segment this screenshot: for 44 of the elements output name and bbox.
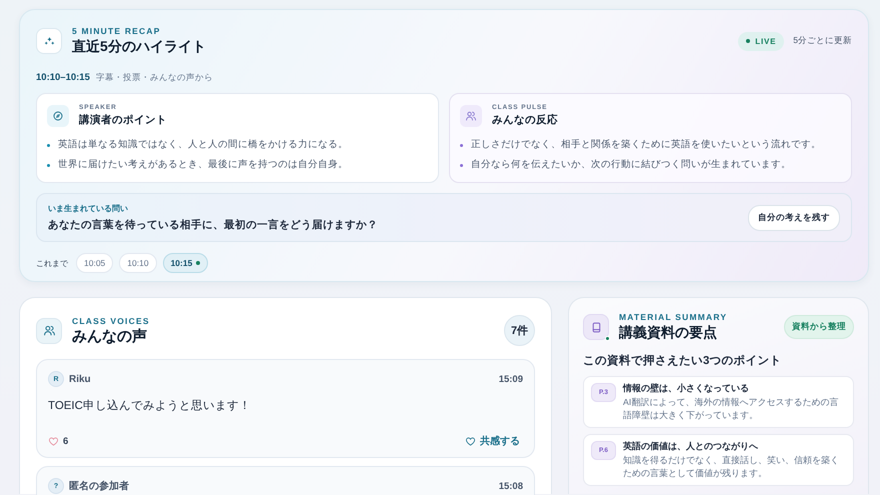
section-eyebrow: CLASS VOICES: [72, 316, 150, 326]
section-title: みんなの声: [72, 326, 148, 346]
empathize-button[interactable]: 共感する: [462, 432, 523, 450]
time-chip[interactable]: 10:15: [162, 253, 208, 273]
compass-icon: [52, 110, 64, 122]
point-title: 英語の価値は、人とのつながりへ: [623, 440, 759, 453]
section-eyebrow: 5 MINUTE RECAP: [72, 26, 162, 36]
bullet-text: 英語は単なる知識ではなく、人と人の間に橋をかける力になる。: [58, 138, 348, 152]
sparkle-icon: [42, 34, 56, 48]
status-dot: [605, 336, 610, 341]
points-heading: この資料で押さえたい3つのポイント: [583, 353, 782, 368]
author-name: 匿名の参加者: [69, 480, 129, 493]
time-range: 10:10–10:15: [36, 72, 90, 83]
post-time: 15:09: [498, 374, 523, 384]
voice-text: TOEIC申し込んでみようと思います！: [48, 398, 252, 413]
section-title: 直近5分のハイライト: [72, 38, 206, 56]
users-icon: [465, 110, 477, 122]
heart-icon: [465, 436, 476, 446]
point-body: AI翻訳によって、海外の情報へアクセスするための言語障壁は大きく下がっています。: [623, 396, 840, 422]
question-label: いま生まれている問い: [48, 203, 129, 214]
time-chip[interactable]: 10:05: [76, 253, 114, 273]
live-badge: LIVE: [738, 32, 784, 50]
sources-note: 字幕・投票・みんなの声から: [96, 72, 213, 84]
author-name: Riku: [69, 374, 91, 384]
bullet-text: 正しさだけでなく、相手と関係を築くために英語を使いたいという流れです。: [471, 138, 821, 152]
bullet-text: 世界に届けたい考えがあるとき、最後に声を持つのは自分自身。: [58, 158, 348, 172]
timeline-label: これまで: [36, 258, 68, 268]
bullet-text: 自分なら何を伝えたいか、次の行動に結びつく問いが生まれています。: [471, 158, 791, 172]
like-count: 6: [63, 436, 68, 446]
card-title: 講演者のポイント: [79, 113, 167, 127]
leave-thought-button[interactable]: 自分の考えを残す: [748, 204, 840, 230]
source-badge: 資料から整理: [784, 315, 854, 339]
post-time: 15:08: [498, 480, 523, 492]
point-body: 知識を得るだけでなく、直接話し、笑い、信頼を築くための言葉として価値が残ります。: [623, 454, 840, 480]
section-title: 講義資料の要点: [619, 324, 718, 342]
question-text: あなたの言葉を待っている相手に、最初の一言をどう届けますか？: [48, 218, 378, 232]
card-title: みんなの反応: [492, 113, 558, 127]
update-note: 5分ごとに更新: [793, 35, 852, 47]
voice-count: 7件: [504, 315, 535, 346]
users-icon: [42, 324, 56, 337]
point-title: 情報の壁は、小さくなっている: [623, 382, 750, 395]
section-eyebrow: MATERIAL SUMMARY: [619, 312, 728, 322]
heart-icon: [48, 436, 59, 446]
time-chip[interactable]: 10:10: [119, 253, 157, 273]
